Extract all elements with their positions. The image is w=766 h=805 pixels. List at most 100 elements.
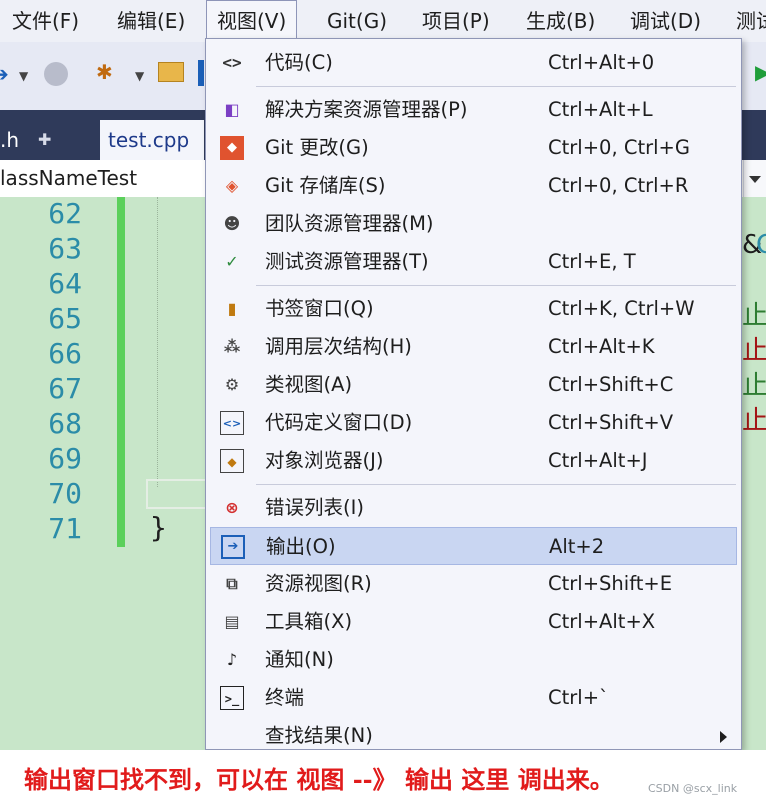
code-fragment: 止 (742, 371, 766, 401)
line-number: 70 (48, 477, 82, 510)
output-icon: ➔ (221, 535, 245, 559)
menu-item-label: 类视图(A) (265, 373, 353, 396)
code-fragment: 止 (742, 336, 766, 366)
menu-debug[interactable]: 调试(D) (630, 0, 701, 42)
menu-item-shortcut: Ctrl+` (548, 686, 609, 709)
menu-item-shortcut: Ctrl+E, T (548, 250, 636, 273)
dropdown-arrow-icon[interactable]: ▼ (135, 66, 144, 86)
menu-item-shortcut: Ctrl+Shift+E (548, 572, 673, 595)
menu-item-error-list[interactable]: ⊗ 错误列表(I) (210, 489, 737, 527)
menu-item-label: 终端 (265, 686, 305, 709)
team-explorer-icon: ☻ (223, 214, 241, 233)
open-folder-icon[interactable] (158, 62, 184, 82)
view-menu-dropdown: <> 代码(C) Ctrl+Alt+0 ◧ 解决方案资源管理器(P) Ctrl+… (205, 38, 742, 750)
menu-view[interactable]: 视图(V) (206, 0, 298, 40)
menu-build[interactable]: 生成(B) (526, 0, 595, 42)
menu-item-terminal[interactable]: >_ 终端 Ctrl+` (210, 679, 737, 717)
menu-item-git-repository[interactable]: ◈ Git 存储库(S) Ctrl+0, Ctrl+R (210, 167, 737, 205)
dropdown-arrow-icon[interactable]: ▼ (19, 66, 28, 86)
menu-item-label: 书签窗口(Q) (265, 297, 374, 320)
menu-item-code[interactable]: <> 代码(C) Ctrl+Alt+0 (210, 44, 737, 82)
line-number: 71 (48, 512, 82, 545)
menu-item-label: 代码定义窗口(D) (265, 411, 413, 434)
terminal-icon: >_ (220, 686, 244, 710)
menu-separator (256, 86, 736, 87)
code-fragment: 止 (742, 406, 766, 436)
test-explorer-icon: ✓ (225, 252, 239, 271)
menu-item-shortcut: Ctrl+Alt+L (548, 98, 653, 121)
new-item-icon[interactable]: ✱ (96, 62, 113, 82)
line-number: 62 (48, 197, 82, 230)
menu-item-label: 错误列表(I) (265, 496, 364, 519)
menu-item-label: 输出(O) (266, 535, 336, 558)
watermark: CSDN @scx_link (648, 782, 738, 795)
menu-item-shortcut: Ctrl+0, Ctrl+R (548, 174, 689, 197)
menu-item-label: 资源视图(R) (265, 572, 372, 595)
menu-file[interactable]: 文件(F) (12, 0, 79, 42)
menu-item-object-browser[interactable]: ◆ 对象浏览器(J) Ctrl+Alt+J (210, 442, 737, 480)
caption-text: 输出窗口找不到，可以在 视图 --》 输出 这里 调出来。 (24, 765, 614, 794)
start-debug-icon[interactable]: ▶ (755, 62, 766, 82)
menu-item-output[interactable]: ➔ 输出(O) Alt+2 (210, 527, 737, 565)
menu-item-code-definition-window[interactable]: <> 代码定义窗口(D) Ctrl+Shift+V (210, 404, 737, 442)
submenu-arrow-icon (720, 731, 727, 743)
menu-item-shortcut: Ctrl+Alt+X (548, 610, 656, 633)
menu-item-resource-view[interactable]: ⧉ 资源视图(R) Ctrl+Shift+E (210, 565, 737, 603)
tab-test-cpp[interactable]: test.cpp (100, 120, 204, 160)
menu-item-toolbox[interactable]: ▤ 工具箱(X) Ctrl+Alt+X (210, 603, 737, 641)
code-icon: <> (222, 53, 242, 72)
line-number: 68 (48, 407, 82, 440)
menu-item-shortcut: Ctrl+K, Ctrl+W (548, 297, 695, 320)
menu-item-shortcut: Ctrl+Shift+C (548, 373, 674, 396)
menu-item-git-changes[interactable]: ◆ Git 更改(G) Ctrl+0, Ctrl+G (210, 129, 737, 167)
menu-item-label: 解决方案资源管理器(P) (265, 98, 468, 121)
closing-brace: } (150, 511, 167, 544)
call-hierarchy-icon: ⁂ (223, 337, 241, 356)
pin-icon[interactable]: ✚ (38, 120, 51, 160)
annotation-caption: 输出窗口找不到，可以在 视图 --》 输出 这里 调出来。 CSDN @scx_… (0, 750, 766, 805)
menu-item-call-hierarchy[interactable]: ⁂ 调用层次结构(H) Ctrl+Alt+K (210, 328, 737, 366)
navigate-back-icon[interactable]: ➔ (0, 64, 9, 84)
solution-explorer-icon: ◧ (224, 100, 240, 119)
menu-item-shortcut: Ctrl+Alt+K (548, 335, 655, 358)
menu-item-shortcut: Ctrl+Alt+0 (548, 51, 655, 74)
menu-item-team-explorer[interactable]: ☻ 团队资源管理器(M) (210, 205, 737, 243)
change-tracking-bar (117, 197, 125, 547)
notification-bell-icon: ♪ (226, 650, 238, 669)
bookmark-window-icon: ▮ (227, 299, 237, 318)
menu-item-solution-explorer[interactable]: ◧ 解决方案资源管理器(P) Ctrl+Alt+L (210, 91, 737, 129)
class-view-icon: ⚙ (224, 375, 240, 394)
menu-item-shortcut: Ctrl+0, Ctrl+G (548, 136, 690, 159)
menu-item-shortcut: Ctrl+Alt+J (548, 449, 648, 472)
toolbox-icon: ▤ (224, 612, 240, 631)
menu-item-notifications[interactable]: ♪ 通知(N) (210, 641, 737, 679)
menu-item-label: 团队资源管理器(M) (265, 212, 434, 235)
menu-item-label: 工具箱(X) (265, 610, 353, 633)
save-icon[interactable] (198, 60, 204, 86)
line-number: 67 (48, 372, 82, 405)
class-dropdown[interactable]: lassNameTest (0, 160, 137, 197)
menu-item-test-explorer[interactable]: ✓ 测试资源管理器(T) Ctrl+E, T (210, 243, 737, 281)
member-dropdown-arrow[interactable] (743, 160, 766, 197)
menu-item-label: 测试资源管理器(T) (265, 250, 429, 273)
menu-item-label: Git 更改(G) (265, 136, 369, 159)
navigate-forward-icon[interactable] (44, 62, 68, 86)
line-number: 65 (48, 302, 82, 335)
menu-separator (256, 285, 736, 286)
menu-project[interactable]: 项目(P) (422, 0, 490, 42)
menu-edit[interactable]: 编辑(E) (117, 0, 185, 42)
indent-guide (157, 197, 158, 487)
git-changes-icon: ◆ (220, 136, 244, 160)
menu-test[interactable]: 测试 (736, 0, 766, 42)
menu-item-label: 调用层次结构(H) (265, 335, 412, 358)
menu-git[interactable]: Git(G) (327, 0, 387, 42)
tab-header-file[interactable]: .h ✚ (0, 120, 98, 160)
menu-item-bookmark-window[interactable]: ▮ 书签窗口(Q) Ctrl+K, Ctrl+W (210, 290, 737, 328)
line-number: 64 (48, 267, 82, 300)
menu-item-class-view[interactable]: ⚙ 类视图(A) Ctrl+Shift+C (210, 366, 737, 404)
resource-view-icon: ⧉ (226, 574, 238, 593)
line-number: 69 (48, 442, 82, 475)
git-repository-icon: ◈ (225, 176, 239, 195)
object-browser-icon: ◆ (220, 449, 244, 473)
menu-item-label: 对象浏览器(J) (265, 449, 384, 472)
